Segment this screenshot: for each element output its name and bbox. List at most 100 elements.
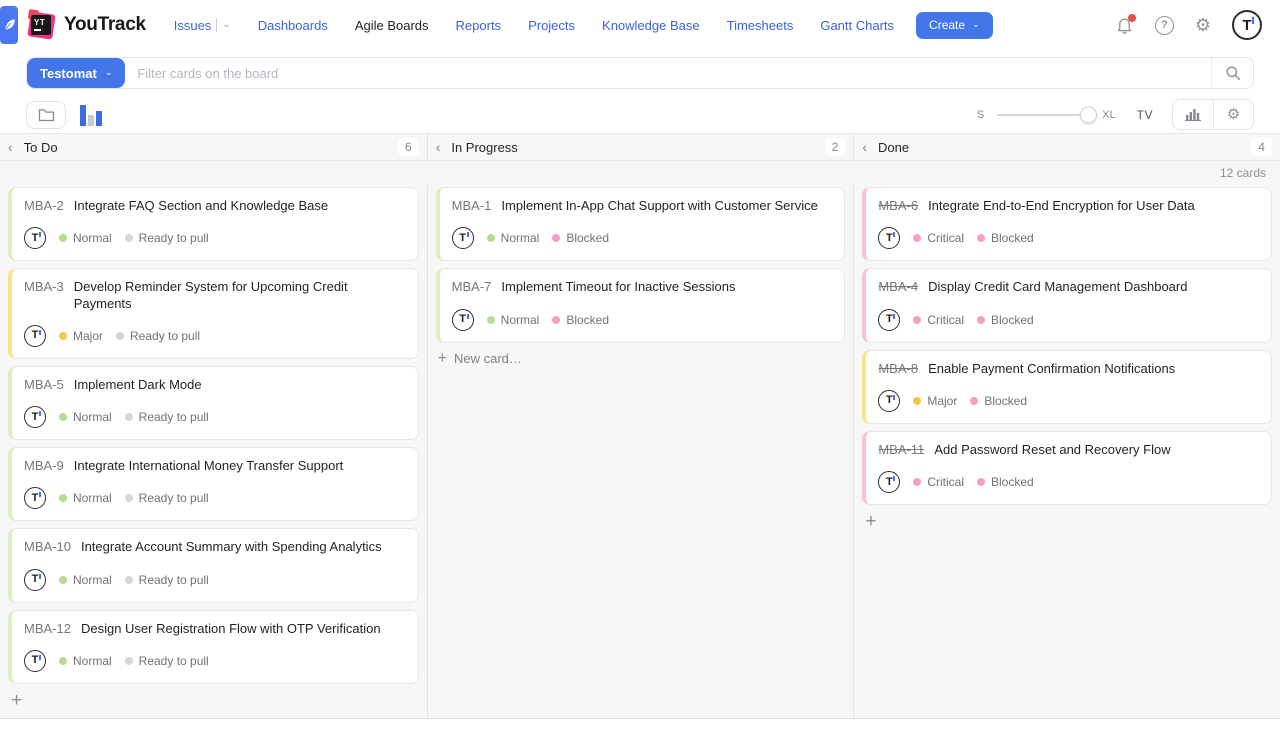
card-id[interactable]: MBA-1 bbox=[452, 198, 492, 214]
board-card[interactable]: MBA-12 Design User Registration Flow wit… bbox=[8, 610, 419, 684]
backlog-button[interactable] bbox=[26, 101, 66, 129]
add-card-button[interactable]: + bbox=[8, 684, 32, 710]
filter-input[interactable] bbox=[125, 58, 1211, 88]
board-card[interactable]: MBA-4 Display Credit Card Management Das… bbox=[862, 268, 1272, 342]
state-field[interactable]: Blocked bbox=[552, 313, 609, 327]
priority-field[interactable]: Normal bbox=[59, 491, 112, 505]
priority-dot bbox=[913, 316, 921, 324]
card-id[interactable]: MBA-10 bbox=[24, 539, 71, 555]
priority-field[interactable]: Normal bbox=[59, 410, 112, 424]
new-card-button[interactable]: + New card… bbox=[436, 343, 846, 367]
add-card-button[interactable]: + bbox=[862, 505, 886, 531]
settings-button[interactable]: ⚙ bbox=[1195, 16, 1211, 34]
assignee-avatar[interactable]: T bbox=[452, 309, 474, 331]
priority-field[interactable]: Critical bbox=[913, 231, 964, 245]
assignee-avatar[interactable]: T bbox=[452, 227, 474, 249]
state-field[interactable]: Ready to pull bbox=[125, 573, 209, 587]
agile-board: ‹ To Do 6 ‹ In Progress 2 ‹ Done 4 12 ca… bbox=[0, 133, 1280, 718]
card-title: Design User Registration Flow with OTP V… bbox=[81, 621, 381, 637]
card-id[interactable]: MBA-6 bbox=[878, 198, 918, 214]
board-card[interactable]: MBA-3 Develop Reminder System for Upcomi… bbox=[8, 268, 419, 359]
state-field[interactable]: Ready to pull bbox=[125, 231, 209, 245]
priority-field[interactable]: Normal bbox=[59, 231, 112, 245]
assignee-avatar[interactable]: T bbox=[24, 325, 46, 347]
card-id[interactable]: MBA-7 bbox=[452, 279, 492, 295]
assignee-avatar[interactable]: T bbox=[24, 406, 46, 428]
assignee-avatar[interactable]: T bbox=[878, 309, 900, 331]
progress-chart-button[interactable] bbox=[1173, 100, 1213, 129]
assignee-avatar[interactable]: T bbox=[24, 650, 46, 672]
state-field[interactable]: Blocked bbox=[552, 231, 609, 245]
board-card[interactable]: MBA-5 Implement Dark Mode T Normal Ready… bbox=[8, 366, 419, 440]
assignee-avatar[interactable]: T bbox=[24, 487, 46, 509]
board-selector-button[interactable]: Testomat ⌄ bbox=[27, 58, 125, 88]
board-card[interactable]: MBA-2 Integrate FAQ Section and Knowledg… bbox=[8, 187, 419, 261]
priority-field[interactable]: Normal bbox=[59, 654, 112, 668]
state-field[interactable]: Ready to pull bbox=[125, 410, 209, 424]
card-id[interactable]: MBA-2 bbox=[24, 198, 64, 214]
help-button[interactable]: ? bbox=[1155, 16, 1174, 35]
priority-field[interactable]: Major bbox=[59, 329, 103, 343]
board-card[interactable]: MBA-11 Add Password Reset and Recovery F… bbox=[862, 431, 1272, 505]
card-id[interactable]: MBA-12 bbox=[24, 621, 71, 637]
notifications-bell-button[interactable] bbox=[1115, 16, 1134, 35]
state-field[interactable]: Blocked bbox=[977, 475, 1034, 489]
card-id[interactable]: MBA-5 bbox=[24, 377, 64, 393]
slider-knob[interactable] bbox=[1080, 106, 1097, 123]
state-field[interactable]: Ready to pull bbox=[125, 491, 209, 505]
issues-dropdown-chevron-icon[interactable]: ⌄ bbox=[222, 20, 230, 30]
state-field[interactable]: Blocked bbox=[977, 231, 1034, 245]
chart-view-toggle[interactable] bbox=[80, 104, 102, 126]
assignee-avatar[interactable]: T bbox=[878, 471, 900, 493]
nav-item-gantt-charts[interactable]: Gantt Charts bbox=[820, 18, 894, 33]
card-id[interactable]: MBA-8 bbox=[878, 361, 918, 377]
nav-item-issues[interactable]: Issues bbox=[174, 18, 212, 33]
nav-item-projects[interactable]: Projects bbox=[528, 18, 575, 33]
nav-item-dashboards[interactable]: Dashboards bbox=[258, 18, 328, 33]
profile-avatar-button[interactable]: T bbox=[1232, 10, 1262, 40]
board-card[interactable]: MBA-6 Integrate End-to-End Encryption fo… bbox=[862, 187, 1272, 261]
nav-item-reports[interactable]: Reports bbox=[456, 18, 502, 33]
priority-label: Normal bbox=[73, 491, 112, 505]
state-field[interactable]: Blocked bbox=[977, 313, 1034, 327]
board-settings-button[interactable]: ⚙ bbox=[1213, 100, 1253, 129]
state-field[interactable]: Blocked bbox=[970, 394, 1027, 408]
card-size-slider[interactable] bbox=[997, 114, 1089, 116]
app-logo[interactable]: YT YouTrack bbox=[28, 12, 146, 39]
sidebar-toggle[interactable] bbox=[0, 6, 18, 44]
card-id[interactable]: MBA-11 bbox=[878, 442, 924, 458]
priority-dot bbox=[59, 413, 67, 421]
priority-field[interactable]: Normal bbox=[487, 231, 540, 245]
priority-field[interactable]: Major bbox=[913, 394, 957, 408]
card-id[interactable]: MBA-4 bbox=[878, 279, 918, 295]
search-button[interactable] bbox=[1211, 58, 1253, 88]
column-name: In Progress bbox=[451, 140, 517, 155]
collapse-column-icon[interactable]: ‹ bbox=[860, 140, 869, 154]
assignee-avatar[interactable]: T bbox=[24, 569, 46, 591]
priority-field[interactable]: Critical bbox=[913, 475, 964, 489]
tv-mode-button[interactable]: TV bbox=[1137, 108, 1153, 122]
assignee-avatar[interactable]: T bbox=[878, 227, 900, 249]
board-card[interactable]: MBA-8 Enable Payment Confirmation Notifi… bbox=[862, 350, 1272, 424]
collapse-column-icon[interactable]: ‹ bbox=[434, 140, 443, 154]
priority-field[interactable]: Critical bbox=[913, 313, 964, 327]
board-card[interactable]: MBA-7 Implement Timeout for Inactive Ses… bbox=[436, 268, 846, 342]
board-card[interactable]: MBA-1 Implement In-App Chat Support with… bbox=[436, 187, 846, 261]
card-id[interactable]: MBA-3 bbox=[24, 279, 64, 295]
assignee-avatar[interactable]: T bbox=[878, 390, 900, 412]
state-dot bbox=[977, 316, 985, 324]
priority-field[interactable]: Normal bbox=[59, 573, 112, 587]
state-field[interactable]: Ready to pull bbox=[116, 329, 200, 343]
priority-field[interactable]: Normal bbox=[487, 313, 540, 327]
nav-item-timesheets[interactable]: Timesheets bbox=[727, 18, 794, 33]
state-field[interactable]: Ready to pull bbox=[125, 654, 209, 668]
nav-item-knowledge-base[interactable]: Knowledge Base bbox=[602, 18, 700, 33]
create-button[interactable]: Create ⌄ bbox=[916, 12, 993, 39]
card-id[interactable]: MBA-9 bbox=[24, 458, 64, 474]
state-dot bbox=[125, 494, 133, 502]
collapse-column-icon[interactable]: ‹ bbox=[6, 140, 15, 154]
assignee-avatar[interactable]: T bbox=[24, 227, 46, 249]
nav-item-agile-boards[interactable]: Agile Boards bbox=[355, 18, 429, 33]
board-card[interactable]: MBA-10 Integrate Account Summary with Sp… bbox=[8, 528, 419, 602]
board-card[interactable]: MBA-9 Integrate International Money Tran… bbox=[8, 447, 419, 521]
